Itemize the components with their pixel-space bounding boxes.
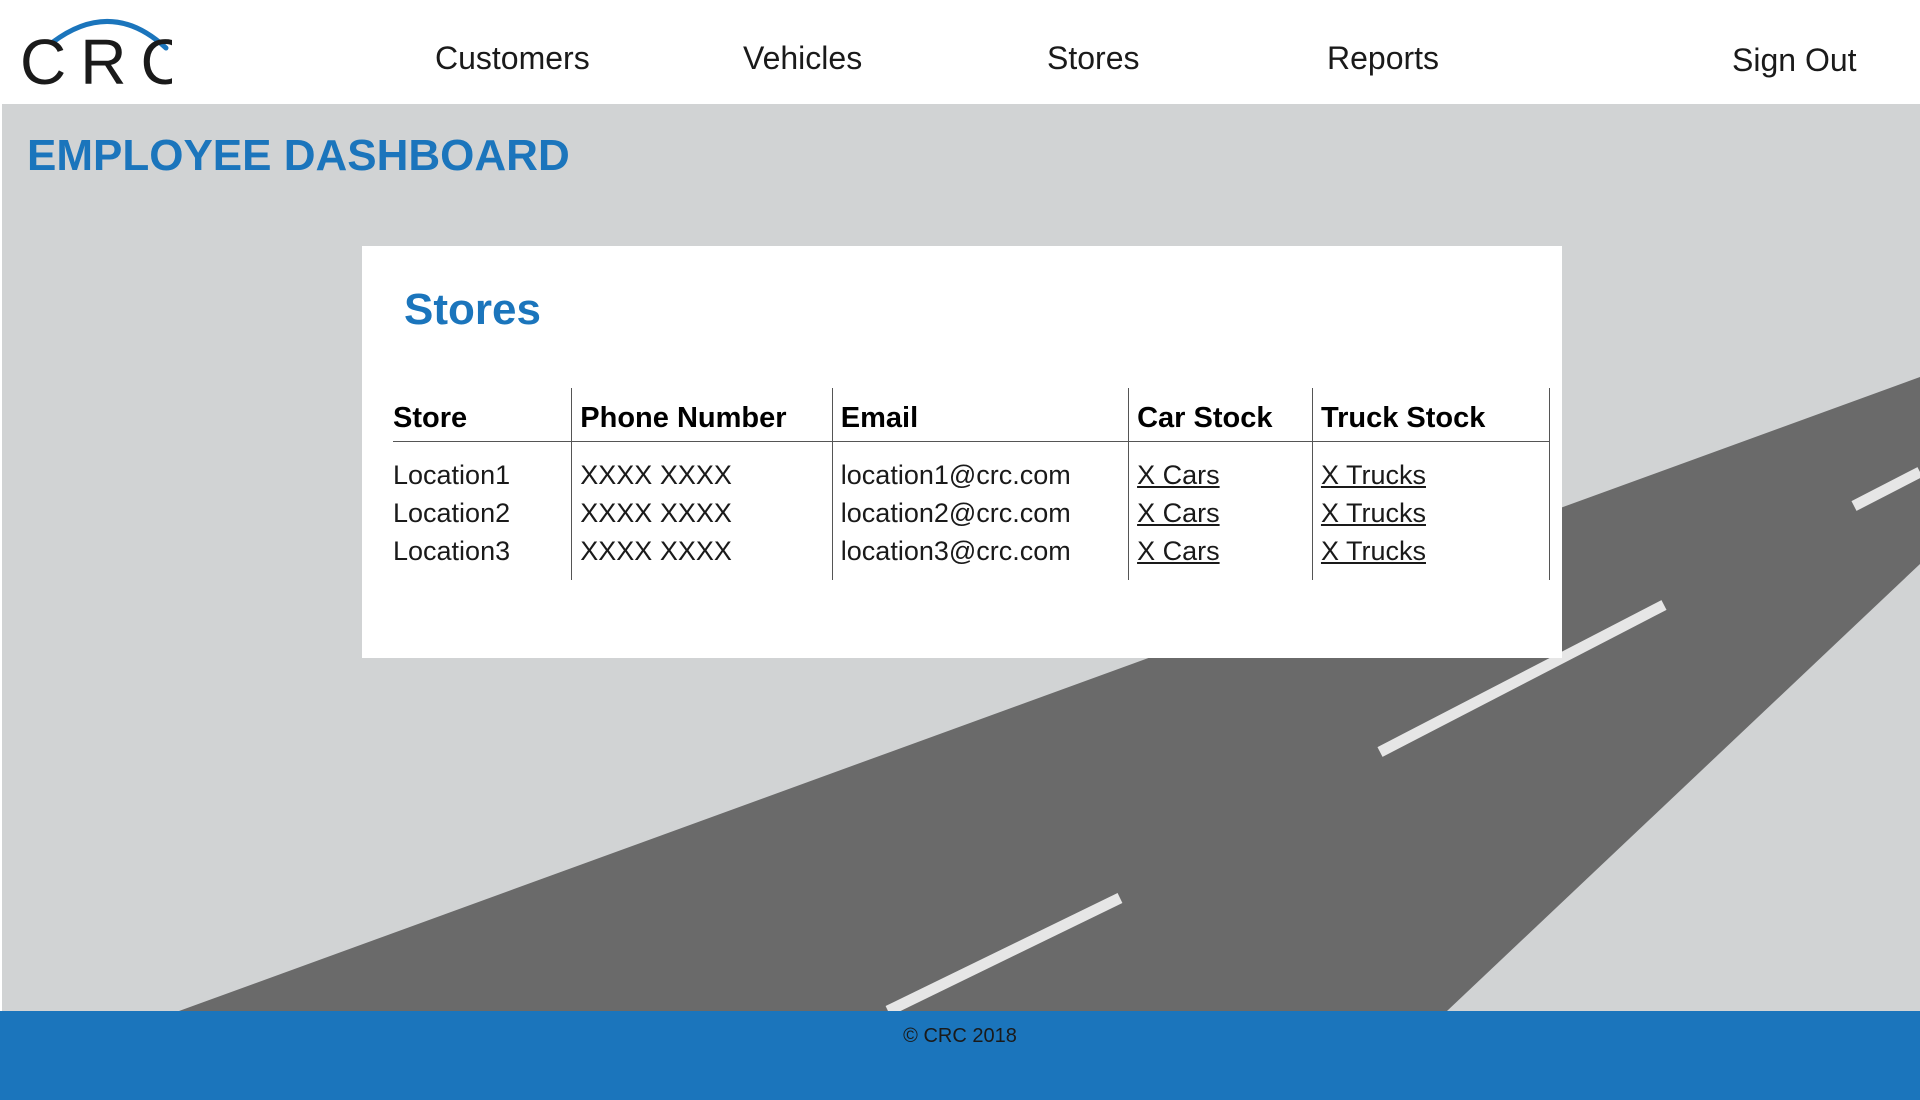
truck-stock-cell: X Trucks: [1311, 441, 1551, 494]
stores-card-title: Stores: [404, 285, 541, 334]
column-header-phone: Phone Number: [571, 388, 833, 442]
page-footer: © CRC 2018: [0, 1011, 1920, 1100]
top-nav-bar: CRC Customers Vehicles Stores Reports Si…: [0, 0, 1920, 104]
copyright-text: © CRC 2018: [903, 1025, 1017, 1047]
truck-stock-link[interactable]: X Trucks: [1321, 536, 1426, 566]
store-name-cell: Location3: [393, 535, 511, 566]
truck-stock-link[interactable]: X Trucks: [1321, 498, 1426, 528]
store-name-cell: Location2: [393, 497, 511, 528]
page-title: EMPLOYEE DASHBOARD: [27, 131, 570, 180]
phone-cell: XXXX XXXX: [571, 441, 833, 494]
truck-stock-cell: X Trucks: [1311, 532, 1551, 580]
store-name-cell: Location1: [393, 459, 511, 490]
stores-table: Store Phone Number Email Car Stock Truck…: [393, 388, 1551, 580]
truck-stock-link[interactable]: X Trucks: [1321, 460, 1426, 490]
car-stock-link[interactable]: X Cars: [1137, 460, 1220, 490]
nav-reports[interactable]: Reports: [1327, 38, 1439, 78]
phone-cell: XXXX XXXX: [571, 532, 833, 580]
column-header-email: Email: [831, 388, 1129, 442]
email-cell: location2@crc.com: [831, 494, 1129, 532]
truck-stock-cell: X Trucks: [1311, 494, 1551, 532]
email-cell: location1@crc.com: [831, 441, 1129, 494]
nav-stores[interactable]: Stores: [1047, 38, 1139, 78]
crc-logo[interactable]: CRC: [20, 10, 187, 98]
car-stock-cell: X Cars: [1128, 494, 1313, 532]
logo-text: CRC: [20, 26, 172, 90]
sign-out-link[interactable]: Sign Out: [1732, 40, 1857, 80]
crc-logo-arc-icon: CRC: [20, 19, 187, 98]
nav-vehicles[interactable]: Vehicles: [743, 38, 862, 78]
table-header-row: Store Phone Number Email Car Stock Truck…: [393, 388, 1551, 442]
table-row: Location3 XXXX XXXX location3@crc.com X …: [393, 532, 1551, 580]
column-header-store: Store: [393, 388, 572, 442]
car-stock-link[interactable]: X Cars: [1137, 498, 1220, 528]
phone-cell: XXXX XXXX: [571, 494, 833, 532]
car-stock-cell: X Cars: [1128, 532, 1313, 580]
column-header-car-stock: Car Stock: [1128, 388, 1313, 442]
car-stock-link[interactable]: X Cars: [1137, 536, 1220, 566]
dashboard-main: EMPLOYEE DASHBOARD Stores Store Phone Nu…: [2, 104, 1920, 1011]
email-cell: location3@crc.com: [831, 532, 1129, 580]
table-row: Location1 XXXX XXXX location1@crc.com X …: [393, 441, 1551, 494]
table-row: Location2 XXXX XXXX location2@crc.com X …: [393, 494, 1551, 532]
stores-card: Stores Store Phone Number Email Car Stoc…: [362, 246, 1562, 658]
column-header-truck-stock: Truck Stock: [1311, 388, 1551, 442]
nav-customers[interactable]: Customers: [435, 38, 590, 78]
car-stock-cell: X Cars: [1128, 441, 1313, 494]
